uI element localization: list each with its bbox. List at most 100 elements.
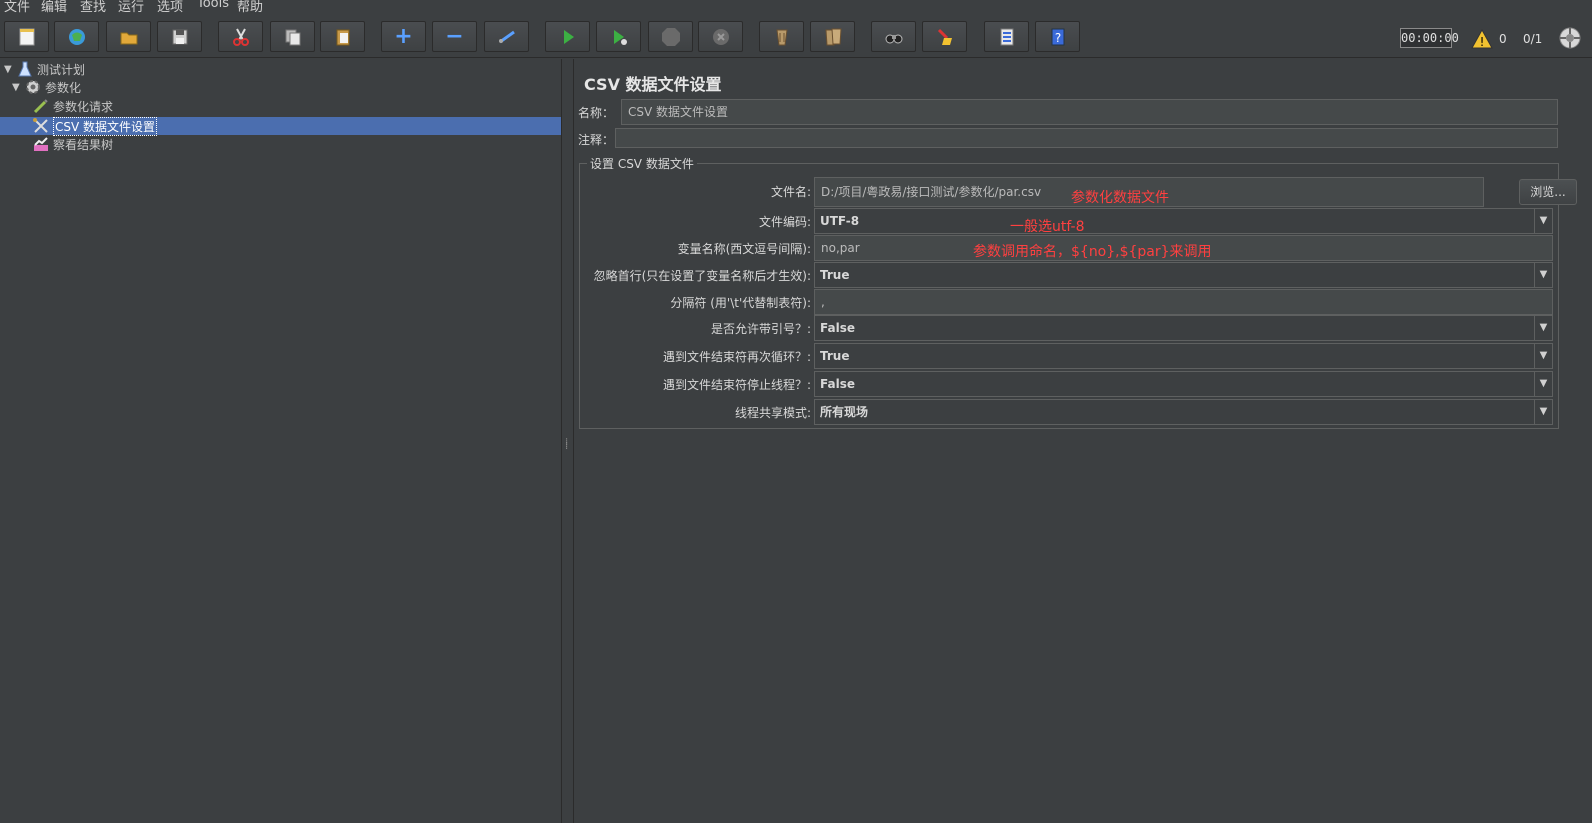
jmeter-window: 文件 编辑 查找 运行 选项 Tools 帮助 + − ? 00:00:00 !… [0, 0, 1592, 823]
chevron-down-icon[interactable]: ▼ [1534, 263, 1552, 287]
menu-run[interactable]: 运行 [118, 0, 144, 14]
sharing-mode-value: 所有现场 [820, 405, 869, 419]
name-input[interactable]: CSV 数据文件设置 [621, 99, 1558, 125]
toolbar: + − ? 00:00:00 ! 0 0/1 [0, 14, 1592, 58]
menu-search[interactable]: 查找 [80, 0, 106, 14]
new-file-icon [19, 28, 34, 45]
sampler-icon [33, 99, 48, 114]
annotation-variables: 参数调用命名，${no},${par}来调用 [973, 244, 1212, 260]
menubar: 文件 编辑 查找 运行 选项 Tools 帮助 [0, 0, 1592, 14]
chevron-down-icon[interactable]: ▼ [1534, 344, 1552, 368]
cut-icon [232, 28, 249, 46]
panel-splitter[interactable]: ⁞ ⁞ [562, 59, 574, 823]
search-button[interactable] [871, 21, 916, 52]
shutdown-icon [712, 28, 729, 45]
comment-label: 注释： [578, 133, 615, 147]
browse-button[interactable]: 浏览... [1519, 179, 1577, 205]
shutdown-button[interactable] [698, 21, 743, 52]
toggle-button[interactable] [484, 21, 529, 52]
listener-icon [34, 137, 48, 151]
expand-all-button[interactable]: + [381, 21, 426, 52]
open-button[interactable] [106, 21, 151, 52]
stop-thread-eof-value: False [820, 377, 855, 391]
menu-options[interactable]: 选项 [157, 0, 183, 14]
chevron-down-icon[interactable]: ▼ [1534, 372, 1552, 396]
delimiter-label: 分隔符 (用'\t'代替制表符): [670, 296, 811, 310]
remote-status-icon[interactable] [1558, 26, 1582, 50]
menu-edit[interactable]: 编辑 [41, 0, 67, 14]
svg-text:?: ? [1054, 31, 1060, 45]
menu-file[interactable]: 文件 [4, 0, 30, 14]
menu-tools[interactable]: Tools [197, 0, 229, 11]
start-no-pause-icon [613, 29, 627, 45]
clear-button[interactable] [759, 21, 804, 52]
start-no-pause-button[interactable] [596, 21, 641, 52]
stop-button[interactable] [648, 21, 693, 52]
tree-node-csv-config[interactable]: CSV 数据文件设置 [32, 116, 158, 136]
stop-thread-eof-select[interactable]: False ▼ [814, 371, 1553, 397]
filename-label: 文件名: [770, 185, 811, 199]
stop-icon [661, 27, 680, 46]
name-label: 名称： [578, 106, 615, 120]
expand-arrow-icon[interactable]: ▼ [4, 64, 16, 75]
test-plan-icon [18, 61, 32, 77]
splitter-grip-icon: ⁞ ⁞ [565, 437, 569, 452]
menu-help[interactable]: 帮助 [237, 0, 263, 14]
recycle-eof-label: 遇到文件结束符再次循环？: [662, 350, 811, 364]
chevron-down-icon[interactable]: ▼ [1534, 209, 1552, 233]
chevron-down-icon[interactable]: ▼ [1534, 400, 1552, 424]
tree-node-label: 参数化请求 [53, 99, 114, 114]
expand-icon: + [394, 23, 413, 49]
csv-config-panel: CSV 数据文件设置 名称： CSV 数据文件设置 注释： 设置 CSV 数据文… [575, 59, 1592, 823]
recycle-eof-select[interactable]: True ▼ [814, 343, 1553, 369]
comment-input[interactable] [615, 128, 1558, 148]
tree-node-test-plan[interactable]: ▼ 测试计划 [4, 60, 85, 78]
tree-node-label: 察看结果树 [53, 137, 114, 152]
allow-quoted-value: False [820, 321, 855, 335]
encoding-select[interactable]: UTF-8 ▼ [814, 208, 1553, 234]
copy-icon [285, 29, 300, 45]
help-button[interactable]: ? [1035, 21, 1080, 52]
active-threads-count: 0/1 [1523, 32, 1543, 46]
elapsed-timer: 00:00:00 [1400, 28, 1459, 48]
templates-button[interactable] [54, 21, 99, 52]
start-button[interactable] [545, 21, 590, 52]
tree-node-sampler[interactable]: 参数化请求 [32, 97, 113, 115]
copy-button[interactable] [270, 21, 315, 52]
save-button[interactable] [157, 21, 202, 52]
paste-button[interactable] [320, 21, 365, 52]
reset-search-button[interactable] [922, 21, 967, 52]
clear-all-icon [824, 28, 842, 45]
clear-all-button[interactable] [810, 21, 855, 52]
function-helper-button[interactable] [984, 21, 1029, 52]
cut-button[interactable] [218, 21, 263, 52]
expand-arrow-icon[interactable]: ▼ [12, 82, 24, 93]
group-title: 设置 CSV 数据文件 [587, 155, 697, 172]
delimiter-input[interactable]: , [814, 289, 1553, 315]
collapse-all-button[interactable]: − [432, 21, 477, 52]
tree-node-label[interactable]: CSV 数据文件设置 [53, 116, 158, 136]
svg-text:!: ! [1480, 35, 1485, 49]
warning-count: 0 [1499, 32, 1507, 46]
page-title: CSV 数据文件设置 [584, 75, 722, 94]
reset-search-icon [937, 28, 952, 45]
tree-node-label: 测试计划 [37, 62, 86, 77]
templates-icon [68, 28, 85, 45]
help-icon: ? [1051, 28, 1064, 45]
chevron-down-icon[interactable]: ▼ [1534, 316, 1552, 340]
allow-quoted-select[interactable]: False ▼ [814, 315, 1553, 341]
ignore-first-line-select[interactable]: True ▼ [814, 262, 1553, 288]
toggle-icon [498, 30, 515, 43]
variable-names-label: 变量名称(西文逗号间隔): [677, 242, 811, 256]
warning-icon[interactable]: ! [1471, 29, 1493, 49]
sharing-mode-select[interactable]: 所有现场 ▼ [814, 399, 1553, 425]
encoding-label: 文件编码: [758, 215, 811, 229]
ignore-first-line-value: True [820, 268, 850, 282]
sharing-mode-label: 线程共享模式: [734, 406, 811, 420]
annotation-encoding: 一般选utf-8 [1010, 219, 1085, 235]
tree-node-thread-group[interactable]: ▼ 参数化 [12, 78, 81, 96]
save-icon [172, 29, 187, 44]
tree-node-listener[interactable]: 察看结果树 [32, 135, 113, 153]
new-button[interactable] [4, 21, 49, 52]
ignore-first-line-label: 忽略首行(只在设置了变量名称后才生效): [593, 269, 811, 283]
